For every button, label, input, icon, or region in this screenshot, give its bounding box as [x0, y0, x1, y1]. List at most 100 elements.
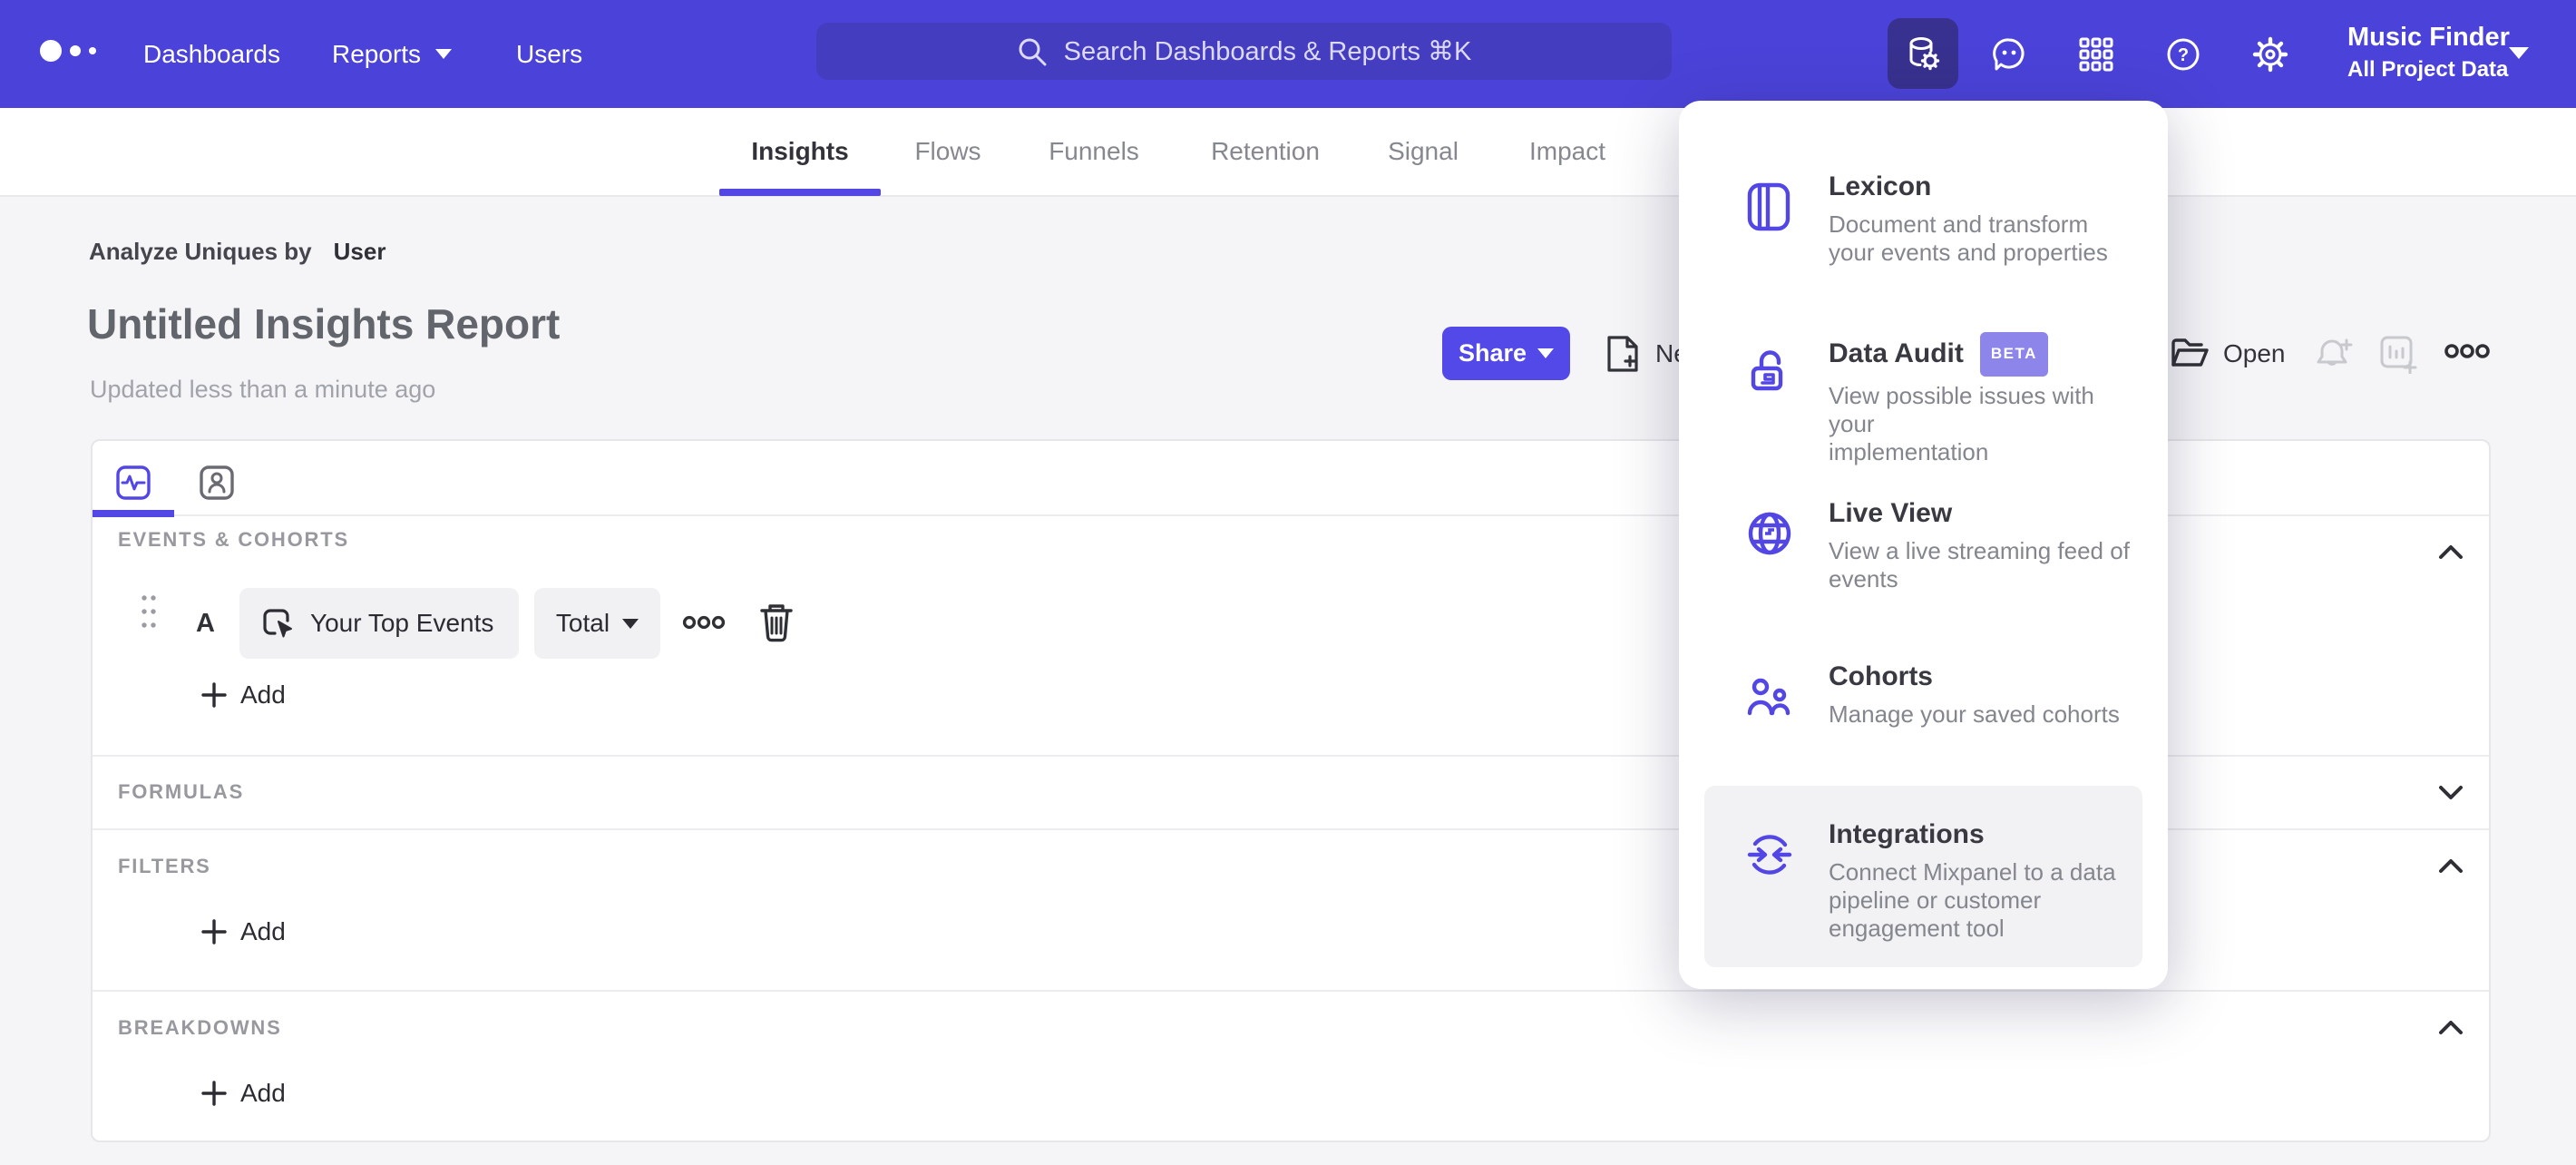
menu-item-description: Document and transform your events and p…	[1829, 210, 2108, 266]
event-selector[interactable]: Your Top Events	[239, 588, 519, 659]
alert-button[interactable]	[2313, 334, 2353, 374]
menu-item-description: Manage your saved cohorts	[1829, 700, 2120, 728]
updated-status: Updated less than a minute ago	[90, 376, 436, 403]
menu-item-live-view[interactable]: Live View View a live streaming feed of …	[1704, 459, 2142, 622]
user-card-icon	[200, 465, 234, 500]
menu-item-title: Integrations	[1829, 819, 1985, 849]
users-mode-tab[interactable]	[199, 465, 235, 501]
menu-item-title: Data Audit BETA	[1829, 332, 2142, 377]
open-report-label: Open	[2223, 339, 2286, 367]
folder-open-icon	[2171, 338, 2209, 367]
share-button[interactable]: Share	[1442, 327, 1570, 380]
live-view-globe-icon	[1748, 512, 1791, 555]
formulas-header: FORMULAS	[118, 780, 245, 803]
ellipsis-icon	[682, 615, 726, 630]
data-management-button[interactable]	[1888, 18, 1958, 89]
nav-dashboards-label: Dashboards	[143, 39, 280, 68]
chart-plus-icon	[2380, 336, 2417, 374]
collapse-events-section-button[interactable]	[2434, 535, 2468, 570]
project-name: Music Finder	[2347, 23, 2510, 52]
page-title[interactable]: Untitled Insights Report	[87, 299, 560, 348]
drag-dots-icon	[141, 595, 156, 628]
chevron-down-icon	[435, 49, 453, 59]
menu-item-text: Integrations Connect Mixpanel to a data …	[1829, 817, 2116, 967]
logo-dot	[40, 40, 62, 62]
new-document-icon	[1607, 336, 1638, 372]
tab-signal[interactable]: Signal	[1388, 108, 1459, 195]
add-to-board-button[interactable]	[2378, 334, 2418, 374]
trash-icon	[760, 604, 793, 642]
aggregation-selector[interactable]: Total	[534, 588, 660, 659]
data-management-menu: Lexicon Document and transform your even…	[1679, 101, 2168, 989]
integrations-sync-icon	[1747, 835, 1792, 875]
delete-event-row-button[interactable]	[756, 602, 796, 644]
nav-users[interactable]: Users	[516, 0, 582, 108]
mixpanel-logo[interactable]	[40, 40, 96, 62]
events-cohorts-header: EVENTS & COHORTS	[118, 528, 349, 551]
active-mode-underline	[93, 510, 174, 517]
project-chevron-down-icon[interactable]	[2509, 47, 2529, 59]
feedback-button[interactable]	[1977, 0, 2041, 108]
settings-button[interactable]	[2239, 0, 2302, 108]
menu-item-text: Live View View a live streaming feed of …	[1829, 495, 2130, 622]
top-nav: Dashboards Reports Users Search Dashboar…	[0, 0, 2576, 108]
menu-item-lexicon[interactable]: Lexicon Document and transform your even…	[1704, 132, 2142, 296]
nav-reports[interactable]: Reports	[332, 0, 453, 108]
grid-icon	[2079, 37, 2113, 71]
ellipsis-icon	[2444, 344, 2490, 358]
add-filter-button[interactable]: Add	[201, 910, 286, 954]
tab-insights[interactable]: Insights	[751, 108, 848, 195]
expand-formulas-section-button[interactable]	[2434, 775, 2468, 809]
event-row-options-button[interactable]	[682, 615, 726, 630]
add-event-label: Add	[240, 680, 286, 709]
search-input[interactable]: Search Dashboards & Reports ⌘K	[816, 23, 1672, 80]
tab-flows[interactable]: Flows	[914, 108, 981, 195]
more-actions-button[interactable]	[2444, 343, 2491, 359]
section-divider	[93, 990, 2489, 992]
open-report-button[interactable]: Open	[2170, 328, 2286, 379]
search-icon	[1019, 38, 1047, 65]
report-tabbar: Insights Flows Funnels Retention Signal …	[0, 108, 2576, 197]
event-click-icon	[263, 609, 292, 638]
menu-item-text: Lexicon Document and transform your even…	[1829, 169, 2108, 296]
menu-item-text: Data Audit BETA View possible issues with…	[1829, 332, 2142, 465]
gear-icon	[2252, 36, 2288, 72]
tab-retention[interactable]: Retention	[1211, 108, 1320, 195]
menu-item-title-text: Data Audit	[1829, 338, 1964, 368]
add-filter-label: Add	[240, 917, 286, 945]
help-button[interactable]: ?	[2152, 0, 2215, 108]
tab-impact[interactable]: Impact	[1529, 108, 1605, 195]
apps-grid-button[interactable]	[2064, 0, 2128, 108]
add-event-button[interactable]: Add	[201, 673, 286, 717]
aggregation-value: Total	[555, 609, 610, 637]
chevron-up-icon	[2439, 545, 2463, 559]
chevron-up-icon	[2439, 1021, 2463, 1034]
filters-header: FILTERS	[118, 855, 211, 877]
database-gear-icon	[1909, 37, 1940, 71]
svg-text:?: ?	[2178, 45, 2189, 65]
chevron-down-icon	[2439, 786, 2463, 799]
collapse-breakdowns-section-button[interactable]	[2434, 1011, 2468, 1045]
menu-item-cohorts[interactable]: Cohorts Manage your saved cohorts	[1704, 622, 2142, 777]
analyze-value-selector[interactable]: User	[334, 238, 386, 266]
menu-item-integrations[interactable]: Integrations Connect Mixpanel to a data …	[1704, 786, 2142, 967]
menu-item-title: Cohorts	[1829, 661, 1933, 691]
nav-users-label: Users	[516, 39, 583, 68]
analyze-label: Analyze Uniques by	[89, 238, 312, 265]
logo-dot	[89, 47, 96, 54]
menu-item-description: View a live streaming feed of events	[1829, 537, 2130, 592]
bell-plus-icon	[2317, 338, 2353, 366]
events-mode-tab[interactable]	[115, 465, 151, 501]
data-audit-lock-icon	[1751, 350, 1783, 391]
tab-funnels[interactable]: Funnels	[1049, 108, 1139, 195]
nav-dashboards[interactable]: Dashboards	[143, 0, 280, 108]
project-selector[interactable]: Music Finder All Project Data	[2347, 19, 2510, 84]
add-breakdown-button[interactable]: Add	[201, 1072, 286, 1115]
pulse-chart-icon	[116, 465, 151, 500]
menu-item-data-audit[interactable]: Data Audit BETA View possible issues with…	[1704, 296, 2142, 465]
logo-dot	[70, 45, 81, 56]
collapse-filters-section-button[interactable]	[2434, 849, 2468, 884]
breakdowns-header: BREAKDOWNS	[118, 1016, 282, 1039]
row-drag-handle[interactable]	[138, 590, 160, 633]
active-tab-underline	[719, 189, 881, 196]
